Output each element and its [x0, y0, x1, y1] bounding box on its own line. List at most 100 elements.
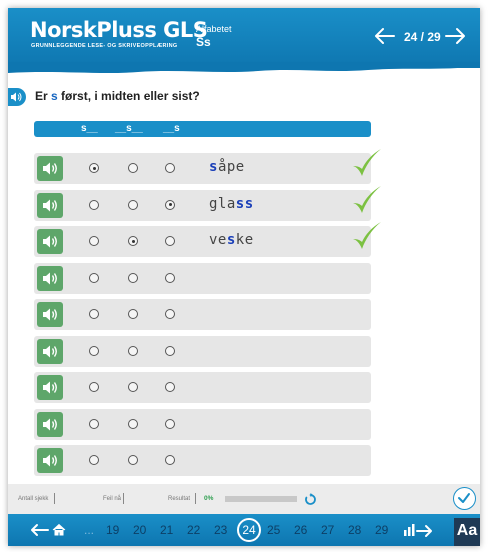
radio-option-middle[interactable]: [128, 272, 138, 283]
brand-subtitle: GRUNNLEGGENDE LESE- OG SKRIVEOPPLÆRING: [31, 43, 178, 49]
answer-row: såpe: [34, 149, 381, 184]
radio-option-middle[interactable]: [128, 236, 138, 246]
answer-row: veske: [34, 222, 381, 257]
answer-row: [34, 299, 371, 330]
radio-option-last[interactable]: [165, 309, 175, 319]
last-page-icon[interactable]: [403, 522, 433, 538]
separator: [54, 493, 55, 504]
radio-option-last[interactable]: [165, 455, 175, 465]
word-part: ss: [235, 195, 254, 212]
row-audio-button[interactable]: [37, 229, 63, 254]
speaker-icon: [43, 418, 57, 430]
radio-option-last[interactable]: [165, 345, 175, 356]
answer-word: såpe: [209, 159, 245, 175]
app-frame: NorskPluss GLS GRUNNLEGGENDE LESE- OG SK…: [8, 8, 480, 546]
column-middle: __s__: [115, 123, 143, 134]
radio-option-middle[interactable]: [128, 309, 138, 319]
question-text: Er s først, i midten eller sist?: [35, 89, 200, 103]
radio-option-last[interactable]: [165, 199, 175, 210]
radio-option-last[interactable]: [165, 272, 175, 283]
speaker-icon: [43, 272, 57, 284]
word-part: åpe: [217, 159, 245, 175]
row-audio-button[interactable]: [37, 265, 63, 291]
answer-row: [34, 335, 371, 367]
question-prefix: Er: [35, 89, 52, 103]
question-suffix: først, i midten eller sist?: [57, 89, 200, 103]
result-label: Resultat: [168, 496, 191, 502]
answer-row: [34, 408, 371, 440]
radio-option-middle[interactable]: [128, 345, 138, 356]
page-link-19[interactable]: 19: [106, 523, 119, 537]
speaker-icon: [43, 381, 57, 394]
radio-option-first[interactable]: [89, 345, 99, 356]
answer-row: [34, 445, 371, 476]
page-link-26[interactable]: 26: [294, 523, 307, 537]
answer-row: glass: [34, 185, 381, 221]
radio-option-first[interactable]: [89, 418, 99, 429]
page-link-current[interactable]: 24: [237, 518, 261, 542]
row-audio-button[interactable]: [37, 302, 63, 327]
row-audio-button[interactable]: [37, 338, 63, 364]
word-part: s: [226, 232, 236, 248]
checkmark-icon: [353, 222, 381, 249]
page-link-25[interactable]: 25: [267, 523, 280, 537]
submit-check-button[interactable]: [453, 487, 476, 510]
radio-option-middle[interactable]: [128, 455, 138, 465]
home-icon[interactable]: [52, 523, 66, 536]
word-part: s: [209, 159, 218, 175]
answer-word: veske: [209, 232, 254, 248]
reset-icon[interactable]: [304, 493, 317, 506]
speaker-icon: [43, 308, 57, 321]
result-percent: 0%: [204, 495, 214, 502]
speaker-icon: [43, 235, 57, 248]
row-audio-button[interactable]: [37, 411, 63, 437]
row-audio-button[interactable]: [37, 156, 63, 181]
pages-ellipsis: ...: [84, 523, 95, 537]
row-audio-button[interactable]: [37, 448, 63, 473]
radio-option-last[interactable]: [165, 418, 175, 429]
page-link-22[interactable]: 22: [187, 523, 200, 537]
radio-option-middle[interactable]: [128, 199, 138, 210]
radio-option-last[interactable]: [165, 382, 175, 392]
page-link-27[interactable]: 27: [321, 523, 334, 537]
radio-option-last[interactable]: [165, 236, 175, 246]
radio-option-first[interactable]: [89, 236, 99, 246]
checkmark-icon: [353, 149, 381, 176]
radio-option-first[interactable]: [89, 199, 99, 210]
section-label: Alfabetet: [196, 24, 232, 34]
page-counter: 24 / 29: [404, 30, 441, 44]
checkmark-icon: [353, 185, 381, 213]
page-link-21[interactable]: 21: [160, 523, 173, 537]
radio-option-first[interactable]: [89, 455, 99, 465]
question-audio-button[interactable]: [8, 88, 26, 106]
arrow-left-icon[interactable]: [29, 523, 49, 537]
brush-decoration: [8, 62, 480, 73]
radio-option-first[interactable]: [89, 163, 99, 173]
page-link-29[interactable]: 29: [375, 523, 388, 537]
row-audio-button[interactable]: [37, 192, 63, 218]
radio-option-last[interactable]: [165, 163, 175, 173]
separator: [123, 493, 124, 504]
radio-option-first[interactable]: [89, 309, 99, 319]
page-link-28[interactable]: 28: [348, 523, 361, 537]
font-size-button[interactable]: Aa: [454, 518, 480, 546]
separator: [195, 493, 196, 504]
arrow-right-icon[interactable]: [444, 26, 468, 46]
speaker-icon: [43, 199, 57, 211]
radio-option-middle[interactable]: [128, 163, 138, 173]
row-audio-button[interactable]: [37, 375, 63, 400]
radio-option-middle[interactable]: [128, 382, 138, 392]
radio-option-first[interactable]: [89, 382, 99, 392]
page-link-20[interactable]: 20: [133, 523, 146, 537]
radio-option-middle[interactable]: [128, 418, 138, 429]
page-link-23[interactable]: 23: [214, 523, 227, 537]
radio-option-first[interactable]: [89, 272, 99, 283]
word-part: gla: [209, 195, 236, 212]
speaker-icon: [43, 454, 57, 467]
brand-logo: NorskPluss GLS: [30, 18, 208, 42]
checkmark-icon: [458, 493, 470, 503]
bottom-nav: ... 19 20 21 22 23 24 25 26 27 28 29 Aa: [8, 514, 480, 546]
arrow-left-icon[interactable]: [372, 26, 396, 46]
errors-label: Feil nå: [103, 496, 122, 502]
word-part: ve: [209, 232, 227, 248]
